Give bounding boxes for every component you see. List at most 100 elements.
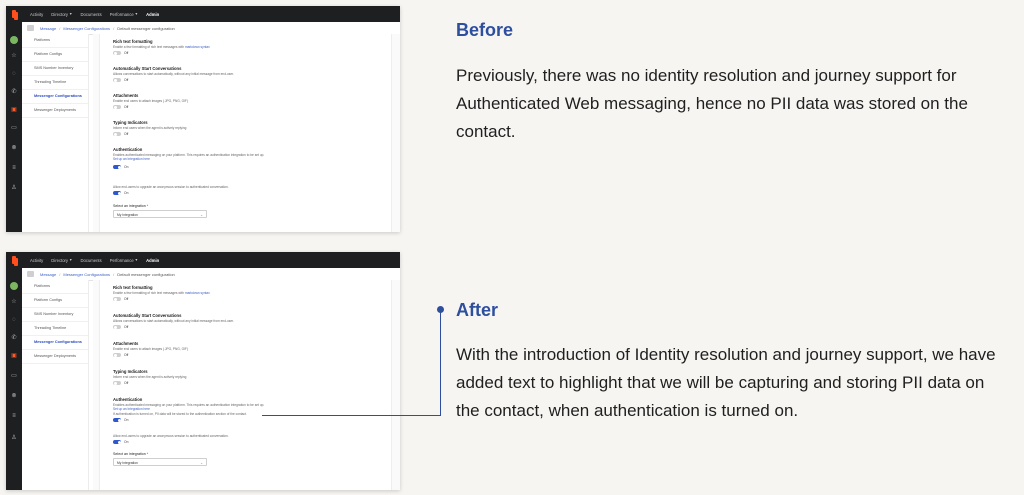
- breadcrumb-message[interactable]: Message: [40, 272, 56, 277]
- typing-indicators-section: Typing Indicators Inform end users when …: [113, 120, 187, 136]
- chevron-down-icon: ⌄: [200, 461, 203, 465]
- menu-toggle-icon[interactable]: [27, 25, 34, 31]
- authentication-section: Authentication Enables authenticated mes…: [113, 397, 387, 422]
- config-panel: Rich text formatting Enable a few format…: [99, 34, 392, 232]
- sidebar-item-platforms[interactable]: Platforms: [22, 280, 88, 294]
- rich-text-section: Rich text formatting Enable a few format…: [113, 39, 210, 55]
- nav-performance[interactable]: Performance: [110, 258, 134, 263]
- sidebar-item-platforms[interactable]: Platforms: [22, 34, 88, 48]
- sidebar-item-sms-number-inventory[interactable]: SMS Number Inventory: [22, 62, 88, 76]
- chat-icon[interactable]: ◌: [10, 316, 18, 324]
- avatar-icon[interactable]: [10, 36, 18, 44]
- user-add-icon[interactable]: ♙: [10, 184, 18, 192]
- integration-select-section: Select an integration * My Integration ⌄: [113, 452, 387, 466]
- icon-rail: ☆ ◌ ✆ ▣ ▭ ⊗ ≡ ♙: [6, 268, 22, 490]
- config-panel: Rich text formatting Enable a few format…: [99, 280, 392, 490]
- integration-select-section: Select an integration * My Integration ⌄: [113, 204, 387, 218]
- nav-performance[interactable]: Performance: [110, 12, 134, 17]
- markdown-syntax-link[interactable]: markdown syntax: [185, 45, 210, 49]
- upgrade-session-section: Allow end-users to upgrade an anonymous …: [113, 434, 229, 444]
- auto-start-toggle[interactable]: [113, 78, 121, 82]
- nav-documents[interactable]: Documents: [81, 12, 102, 17]
- attachments-section: Attachments Enable end users to attach i…: [113, 93, 188, 109]
- top-nav-bar: Activity Directory ▼ Documents Performanc…: [6, 252, 400, 268]
- breadcrumb-messenger-configurations[interactable]: Messenger Configurations: [63, 26, 110, 31]
- sidebar-item-messenger-deployments[interactable]: Messenger Deployments: [22, 104, 88, 118]
- before-heading: Before: [456, 20, 514, 40]
- integration-select[interactable]: My Integration ⌄: [113, 458, 207, 466]
- app-logo-icon: [6, 6, 22, 22]
- settings-icon[interactable]: ⊗: [10, 144, 18, 152]
- video-icon[interactable]: ▣: [10, 106, 18, 114]
- chat-icon[interactable]: ◌: [10, 70, 18, 78]
- attachments-toggle[interactable]: [113, 105, 121, 109]
- chevron-down-icon: ▼: [134, 258, 139, 262]
- sidebar-item-messenger-deployments[interactable]: Messenger Deployments: [22, 350, 88, 364]
- rich-text-toggle[interactable]: [113, 51, 121, 55]
- phone-icon[interactable]: ✆: [10, 88, 18, 96]
- list-icon[interactable]: ≡: [10, 164, 18, 172]
- sidebar-item-threading-timeline[interactable]: Threading Timeline: [22, 322, 88, 336]
- sidebar-item-platform-configs[interactable]: Platform Configs: [22, 294, 88, 308]
- app-logo-icon: [6, 252, 22, 268]
- chevron-down-icon: ▼: [69, 258, 73, 262]
- star-icon[interactable]: ☆: [10, 298, 18, 306]
- sidebar-item-messenger-configurations[interactable]: Messenger Configurations: [22, 336, 88, 350]
- auto-start-toggle[interactable]: [113, 325, 121, 329]
- upgrade-session-toggle[interactable]: [113, 191, 121, 195]
- sidebar-item-sms-number-inventory[interactable]: SMS Number Inventory: [22, 308, 88, 322]
- setup-integration-link[interactable]: Set up an Integration here: [113, 407, 387, 411]
- nav-directory[interactable]: Directory: [51, 258, 68, 263]
- upgrade-session-section: Allow end-users to upgrade an anonymous …: [113, 185, 229, 195]
- chevron-down-icon: ▼: [69, 12, 73, 16]
- nav-admin[interactable]: Admin: [146, 258, 159, 263]
- nav-directory[interactable]: Directory: [51, 12, 68, 17]
- menu-toggle-icon[interactable]: [27, 271, 34, 277]
- nav-admin[interactable]: Admin: [146, 12, 159, 17]
- inbox-icon[interactable]: ▭: [10, 124, 18, 132]
- breadcrumb-message[interactable]: Message: [40, 26, 56, 31]
- authentication-toggle[interactable]: [113, 165, 121, 169]
- settings-icon[interactable]: ⊗: [10, 392, 18, 400]
- setup-integration-link[interactable]: Set up an Integration here: [113, 157, 387, 161]
- auto-start-section: Automatically Start Conversations Allows…: [113, 313, 234, 329]
- breadcrumb-messenger-configurations[interactable]: Messenger Configurations: [63, 272, 110, 277]
- after-description: With the introduction of Identity resolu…: [456, 345, 996, 420]
- top-nav-bar: Activity Directory ▼ Documents Performanc…: [6, 6, 400, 22]
- before-description: Previously, there was no identity resolu…: [456, 66, 968, 141]
- rich-text-toggle[interactable]: [113, 297, 121, 301]
- chevron-down-icon: ▼: [134, 12, 139, 16]
- inbox-icon[interactable]: ▭: [10, 372, 18, 380]
- video-icon[interactable]: ▣: [10, 352, 18, 360]
- after-heading: After: [456, 300, 499, 320]
- star-icon[interactable]: ☆: [10, 52, 18, 60]
- breadcrumb-current: Default messenger configuration: [117, 271, 175, 277]
- settings-sidebar: Platforms Platform Configs SMS Number In…: [22, 280, 89, 490]
- list-icon[interactable]: ≡: [10, 412, 18, 420]
- user-add-icon[interactable]: ♙: [10, 434, 18, 442]
- authentication-toggle[interactable]: [113, 418, 121, 422]
- nav-documents[interactable]: Documents: [81, 258, 102, 263]
- markdown-syntax-link[interactable]: markdown syntax: [185, 291, 210, 295]
- avatar-icon[interactable]: [10, 282, 18, 290]
- sidebar-item-threading-timeline[interactable]: Threading Timeline: [22, 76, 88, 90]
- phone-icon[interactable]: ✆: [10, 334, 18, 342]
- before-screenshot: Activity Directory ▼ Documents Performanc…: [6, 6, 400, 232]
- typing-indicators-toggle[interactable]: [113, 132, 121, 136]
- rich-text-section: Rich text formatting Enable a few format…: [113, 285, 210, 301]
- sidebar-item-platform-configs[interactable]: Platform Configs: [22, 48, 88, 62]
- integration-select[interactable]: My Integration ⌄: [113, 210, 207, 218]
- attachments-toggle[interactable]: [113, 353, 121, 357]
- breadcrumb-current: Default messenger configuration: [117, 25, 175, 31]
- typing-indicators-section: Typing Indicators Inform end users when …: [113, 369, 187, 385]
- nav-activity[interactable]: Activity: [30, 258, 43, 263]
- attachments-section: Attachments Enable end users to attach i…: [113, 341, 188, 357]
- sidebar-item-messenger-configurations[interactable]: Messenger Configurations: [22, 90, 88, 104]
- upgrade-session-toggle[interactable]: [113, 440, 121, 444]
- main-content: Rich text formatting Enable a few format…: [93, 34, 400, 232]
- icon-rail: ☆ ◌ ✆ ▣ ▭ ⊗ ≡ ♙: [6, 22, 22, 232]
- typing-indicators-toggle[interactable]: [113, 381, 121, 385]
- chevron-down-icon: ⌄: [200, 213, 203, 217]
- connector-line-horizontal: [262, 415, 441, 416]
- nav-activity[interactable]: Activity: [30, 12, 43, 17]
